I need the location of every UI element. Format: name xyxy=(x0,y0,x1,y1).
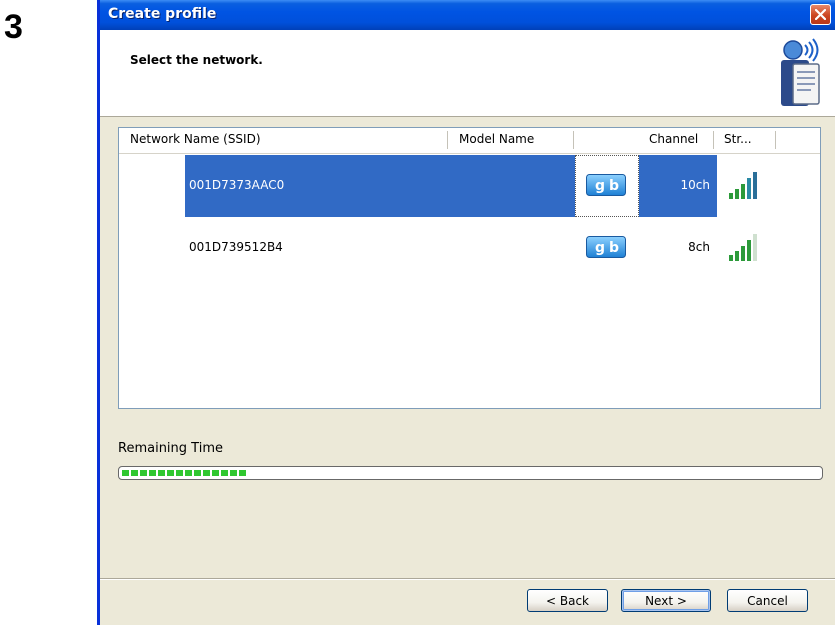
svg-text:g: g xyxy=(595,240,605,256)
next-button-label: Next > xyxy=(645,593,687,608)
network-channel: 8ch xyxy=(688,240,710,254)
network-ssid: 001D7373AAC0 xyxy=(189,178,285,192)
header-title: Select the network. xyxy=(130,53,263,67)
wireless-profile-icon xyxy=(781,38,820,106)
signal-strength-icon xyxy=(729,234,757,261)
divider xyxy=(100,578,835,580)
title-bar[interactable]: Create profile xyxy=(100,0,835,30)
column-header-channel[interactable]: Channel xyxy=(649,132,698,146)
back-button[interactable]: < Back xyxy=(527,589,608,612)
remaining-time-progress xyxy=(118,466,823,480)
network-row[interactable]: 001D7373AAC0 10ch g b xyxy=(119,155,820,217)
cancel-button[interactable]: Cancel xyxy=(727,589,808,612)
column-header-strength[interactable]: Str... xyxy=(724,132,752,146)
progress-fill xyxy=(122,470,247,476)
remaining-time-label: Remaining Time xyxy=(118,441,223,456)
create-profile-window: Create profile Select the network. Netwo… xyxy=(97,0,835,625)
column-divider[interactable] xyxy=(775,131,776,149)
network-ssid: 001D739512B4 xyxy=(189,240,283,254)
column-divider[interactable] xyxy=(447,131,448,149)
back-button-label: < Back xyxy=(545,593,589,608)
step-number: 3 xyxy=(4,8,23,46)
svg-text:b: b xyxy=(609,240,619,256)
window-title: Create profile xyxy=(108,6,217,22)
gb-icon: g b xyxy=(586,174,626,196)
gb-icon: g b xyxy=(586,236,626,258)
column-divider[interactable] xyxy=(573,131,574,149)
close-button[interactable] xyxy=(810,4,831,25)
column-header-ssid[interactable]: Network Name (SSID) xyxy=(130,132,261,146)
network-channel: 10ch xyxy=(680,178,710,192)
signal-strength-icon xyxy=(729,172,757,199)
column-divider[interactable] xyxy=(713,131,714,149)
svg-text:b: b xyxy=(609,178,619,194)
column-header-model[interactable]: Model Name xyxy=(459,132,534,146)
list-header: Network Name (SSID) Model Name Channel S… xyxy=(119,128,820,154)
cancel-button-label: Cancel xyxy=(747,593,788,608)
svg-text:g: g xyxy=(595,178,605,194)
network-list[interactable]: Network Name (SSID) Model Name Channel S… xyxy=(118,127,821,409)
close-icon xyxy=(815,9,826,20)
network-row[interactable]: 001D739512B4 8ch g b xyxy=(119,217,820,279)
wizard-header: Select the network. xyxy=(100,30,835,117)
next-button[interactable]: Next > xyxy=(621,589,711,612)
